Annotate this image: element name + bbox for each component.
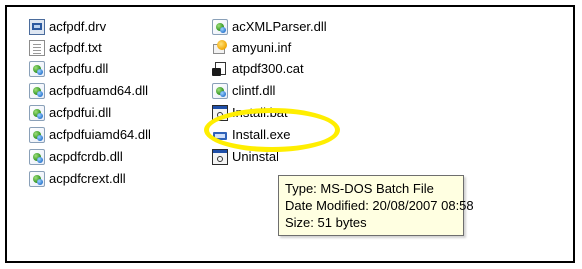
dll-file-icon xyxy=(212,83,228,99)
file-name: amyuni.inf xyxy=(232,40,292,55)
tooltip-size: Size: 51 bytes xyxy=(285,215,367,230)
file-item-acfpdf-drv[interactable]: acfpdf.drv xyxy=(29,17,207,37)
file-info-tooltip: Type: MS-DOS Batch File Date Modified: 2… xyxy=(278,175,474,236)
file-name: acXMLParser.dll xyxy=(232,19,327,34)
file-item-acpdfcrext-dll[interactable]: acpdfcrext.dll xyxy=(29,169,207,189)
file-name: acfpdfuamd64.dll xyxy=(49,83,149,98)
file-item-acfpdfuamd64-dll[interactable]: acfpdfuamd64.dll xyxy=(29,81,207,101)
file-name: acfpdfui.dll xyxy=(49,105,112,120)
highlight-ellipse xyxy=(204,108,340,152)
file-name: clintf.dll xyxy=(232,83,276,98)
tooltip-date-modified: Date Modified: 20/08/2007 08:58 xyxy=(285,198,474,213)
file-name: acpdfcrdb.dll xyxy=(49,149,123,164)
file-item-acfpdfui-dll[interactable]: acfpdfui.dll xyxy=(29,103,207,123)
file-item-acxmlparser-dll[interactable]: acXMLParser.dll xyxy=(212,17,390,37)
file-name: acfpdfu.dll xyxy=(49,61,109,76)
file-name: acfpdf.drv xyxy=(49,19,107,34)
file-item-acfpdfuiamd64-dll[interactable]: acfpdfuiamd64.dll xyxy=(29,125,207,145)
file-name: acfpdf.txt xyxy=(49,40,102,55)
file-name: atpdf300.cat xyxy=(232,61,304,76)
file-item-atpdf300-cat[interactable]: atpdf300.cat xyxy=(212,59,390,79)
batch-file-icon xyxy=(212,149,228,165)
dll-file-icon xyxy=(29,105,45,121)
driver-file-icon xyxy=(29,19,45,35)
dll-file-icon xyxy=(212,19,228,35)
file-item-acpdfcrdb-dll[interactable]: acpdfcrdb.dll xyxy=(29,147,207,167)
dll-file-icon xyxy=(29,149,45,165)
dll-file-icon xyxy=(29,127,45,143)
file-item-acfpdfu-dll[interactable]: acfpdfu.dll xyxy=(29,59,207,79)
dll-file-icon xyxy=(29,83,45,99)
file-name: acpdfcrext.dll xyxy=(49,171,126,186)
file-item-acfpdf-txt[interactable]: acfpdf.txt xyxy=(29,38,207,58)
file-name: acfpdfuiamd64.dll xyxy=(49,127,151,142)
setup-info-file-icon xyxy=(212,40,228,56)
security-catalog-file-icon xyxy=(212,61,228,77)
file-item-amyuni-inf[interactable]: amyuni.inf xyxy=(212,38,390,58)
text-file-icon xyxy=(29,40,45,56)
tooltip-type: Type: MS-DOS Batch File xyxy=(285,181,434,196)
dll-file-icon xyxy=(29,61,45,77)
dll-file-icon xyxy=(29,171,45,187)
file-item-clintf-dll[interactable]: clintf.dll xyxy=(212,81,390,101)
